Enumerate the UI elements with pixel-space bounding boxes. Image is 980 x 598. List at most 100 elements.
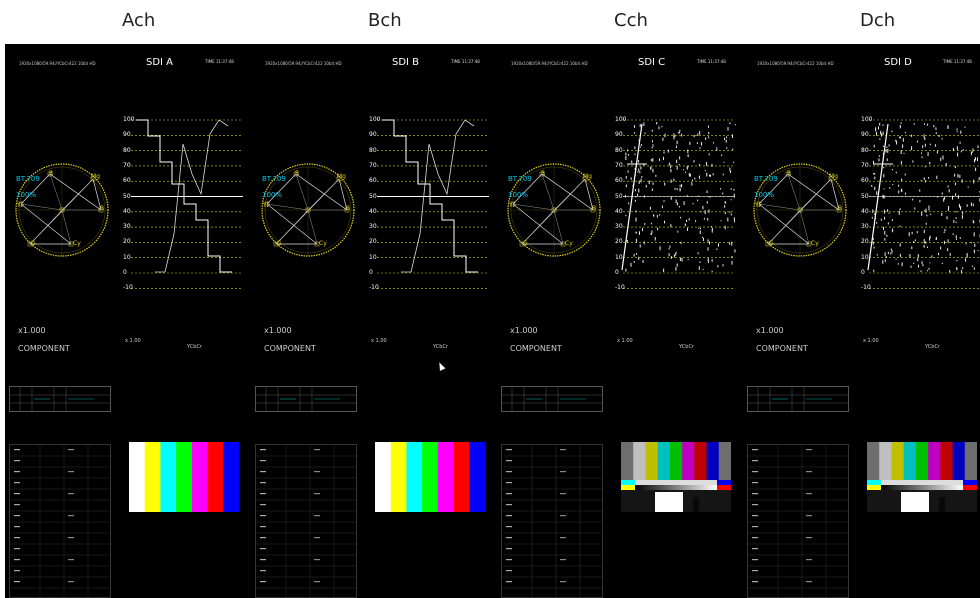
waveform-tick-label: 60 [369, 177, 377, 185]
vectorscope-target-label: R [49, 170, 54, 177]
waveform-tick-label: 0 [615, 269, 619, 276]
waveform-tick-label: 50 [369, 192, 377, 200]
status-table-top [747, 386, 849, 412]
channel-panel-d: 1920x1080/59.94i/YCbCr422 10bit HD SDI DT… [743, 44, 980, 598]
channel-panel-a: 1920x1080/59.94i/YCbCr422 10bit HD SDI AT… [5, 44, 251, 598]
waveform-scale: x 1.00 [617, 338, 633, 344]
vectorscope-target-label: B [100, 205, 105, 212]
vectorscope-level: 100% [754, 191, 775, 199]
vectorscope-target-label: G [523, 240, 528, 247]
vectorscope-standard: BT.709 [16, 175, 40, 183]
waveform-tick-label: 10 [123, 253, 131, 261]
waveform-tick-label: 40 [369, 207, 377, 215]
vectorscope-level: 100% [16, 191, 37, 199]
waveform-tick-label: 70 [861, 161, 869, 169]
waveform-tick-label: 70 [615, 161, 623, 169]
waveform-tick-label: 30 [123, 223, 131, 231]
waveform-tick-label: 70 [369, 161, 377, 169]
channel-label-a: Ach [122, 10, 156, 31]
status-table-bottom [501, 444, 603, 598]
waveform-scale: x 1.00 [371, 338, 387, 344]
waveform-format: YCbCr [925, 344, 940, 350]
waveform-tick-label: 40 [861, 207, 869, 215]
vectorscope-target-label: Yl [509, 202, 515, 209]
vectorscope-target-label: R [541, 170, 546, 177]
status-table-top [501, 386, 603, 412]
waveform-tick-label: 0 [861, 269, 865, 276]
waveform-scale: x 1.00 [863, 338, 879, 344]
vectorscope-target-label: Mg [829, 173, 838, 180]
waveform-tick-label: 20 [615, 238, 623, 246]
vectorscope-target-label: Mg [583, 173, 592, 180]
vectorscope-target-label: G [31, 240, 36, 247]
waveform-tick-label: 90 [861, 131, 869, 139]
vectorscope-level: 100% [508, 191, 529, 199]
waveform-format: YCbCr [679, 344, 694, 350]
vectorscope-target-label: R [295, 170, 300, 177]
waveform-tick-label: 40 [615, 207, 623, 215]
status-table-bottom [255, 444, 357, 598]
status-table-bottom [9, 444, 111, 598]
vectorscope-target-label: Yl [263, 202, 269, 209]
channel-panel-c: 1920x1080/59.94i/YCbCr422 10bit HD SDI CT… [497, 44, 743, 598]
test-pattern-thumbnail [867, 442, 977, 512]
waveform-tick-label: 30 [615, 223, 623, 231]
channel-label-c: Cch [614, 10, 648, 31]
display-mode: COMPONENT [264, 344, 316, 353]
waveform-tick-label: 80 [615, 146, 623, 154]
vectorscope-target-label: Yl [755, 202, 761, 209]
vectorscope-standard: BT.709 [262, 175, 286, 183]
waveform-tick-label: 20 [123, 238, 131, 246]
waveform-tick-label: 10 [369, 253, 377, 261]
waveform-tick-label: 0 [369, 269, 373, 276]
channel-panel-b: 1920x1080/59.94i/YCbCr422 10bit HD SDI BT… [251, 44, 497, 598]
vectorscope-target-label: B [346, 205, 351, 212]
waveform-tick-label: 20 [369, 238, 377, 246]
display-mode: COMPONENT [756, 344, 808, 353]
vectorscope-target-label: Yl [17, 202, 23, 209]
waveform-tick-label: 70 [123, 161, 131, 169]
waveform-tick-label: 50 [861, 192, 869, 200]
test-pattern-thumbnail [621, 442, 731, 512]
waveform-tick-label: 20 [861, 238, 869, 246]
waveform-tick-label: 100 [123, 116, 135, 123]
test-pattern-thumbnail [375, 442, 485, 512]
zoom-level: x1.000 [510, 326, 538, 335]
waveform-tick-label: 50 [123, 192, 131, 200]
waveform-tick-label: 80 [123, 146, 131, 154]
zoom-level: x1.000 [264, 326, 292, 335]
waveform-tick-label: 60 [123, 177, 131, 185]
waveform-tick-label: 60 [861, 177, 869, 185]
waveform-tick-label: 90 [123, 131, 131, 139]
display-mode: COMPONENT [510, 344, 562, 353]
waveform-tick-label: 30 [861, 223, 869, 231]
vectorscope-target-label: Mg [337, 173, 346, 180]
vectorscope-standard: BT.709 [508, 175, 532, 183]
waveform-tick-label: 0 [123, 269, 127, 276]
waveform-format: YCbCr [187, 344, 202, 350]
vectorscope-target-label: R [787, 170, 792, 177]
waveform-tick-label: 10 [861, 253, 869, 261]
channel-label-d: Dch [860, 10, 896, 31]
zoom-level: x1.000 [18, 326, 46, 335]
status-table-bottom [747, 444, 849, 598]
waveform-tick-label: 60 [615, 177, 623, 185]
waveform-tick-label: 90 [615, 131, 623, 139]
vectorscope-target-label: Mg [91, 173, 100, 180]
vectorscope-target-label: Cy [565, 240, 573, 247]
waveform-tick-label: 10 [615, 253, 623, 261]
vectorscope-target-label: Cy [73, 240, 81, 247]
waveform-tick-label: 100 [861, 116, 873, 123]
vectorscope-target-label: Cy [319, 240, 327, 247]
waveform-tick-label: 90 [369, 131, 377, 139]
zoom-level: x1.000 [756, 326, 784, 335]
test-pattern-thumbnail [129, 442, 239, 512]
waveform-tick-label: 100 [369, 116, 381, 123]
waveform-tick-label: 30 [369, 223, 377, 231]
vectorscope-standard: BT.709 [754, 175, 778, 183]
vectorscope-target-label: G [277, 240, 282, 247]
waveform-tick-label: 80 [369, 146, 377, 154]
vectorscope-target-label: Cy [811, 240, 819, 247]
waveform-format: YCbCr [433, 344, 448, 350]
waveform-tick-label: -10 [861, 284, 871, 292]
